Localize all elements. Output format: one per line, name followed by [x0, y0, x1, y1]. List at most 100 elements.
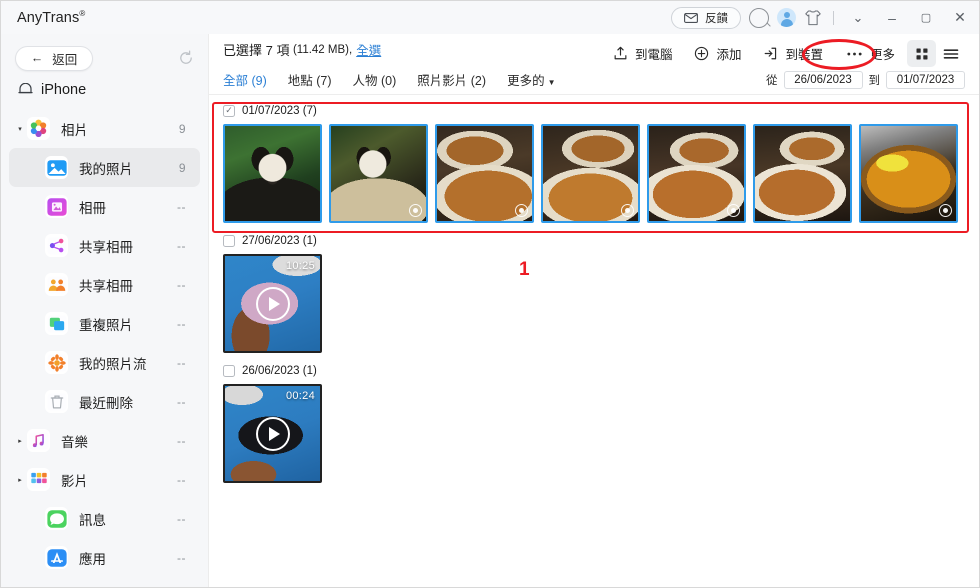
sidebar-item-icon [27, 117, 50, 140]
photo-thumbnail[interactable] [223, 124, 322, 223]
sidebar-item-11[interactable]: 應用 -- [9, 538, 200, 577]
sidebar-item-2[interactable]: 相冊 -- [9, 187, 200, 226]
sidebar-item-count: -- [177, 433, 186, 448]
feedback-label: 反饋 [705, 12, 728, 25]
play-icon[interactable] [255, 416, 290, 451]
sidebar-item-9[interactable]: ▸ 影片 -- [9, 460, 200, 499]
date-from-label: 從 [766, 74, 778, 87]
window-maximize-button[interactable]: ▢ [913, 6, 939, 30]
tab-1[interactable]: 地點 (7) [288, 70, 332, 89]
sidebar-item-count: 9 [178, 121, 186, 136]
sidebar-item-6[interactable]: 我的照片流 -- [9, 343, 200, 382]
photos-icon [30, 119, 47, 137]
sidebar-item-7[interactable]: 最近刪除 -- [9, 382, 200, 421]
window-more-button[interactable]: ⌄ [845, 6, 871, 30]
grid-view-button[interactable] [907, 40, 936, 67]
group-date-label: 27/06/2023 (1) [242, 234, 317, 247]
back-arrow-icon: ← [30, 51, 44, 65]
sidebar-item-count: -- [177, 277, 186, 292]
tab-label: 照片影片 (2) [417, 74, 487, 88]
window-close-button[interactable]: ✕ [947, 6, 973, 30]
window-minimize-button[interactable]: – [879, 6, 905, 30]
list-view-button[interactable] [936, 40, 965, 67]
sidebar-caret-icon[interactable]: ▸ [13, 437, 27, 445]
anytrans-window: AnyTrans® 反饋 ⌄ – ▢ ✕ ← 返回 iPhone ▾ 相片 9 … [0, 0, 980, 588]
sidebar-item-3[interactable]: 共享相冊 -- [9, 226, 200, 265]
title-bar-actions: 反饋 ⌄ – ▢ ✕ [671, 6, 973, 30]
sidebar-item-icon [45, 351, 68, 374]
tab-4[interactable]: 更多的 ▼ [507, 70, 555, 89]
photo-thumbnail[interactable] [859, 124, 958, 223]
device-row[interactable]: iPhone [1, 75, 208, 107]
sidebar-item-label: 共享相冊 [79, 239, 133, 255]
sidebar-item-count: -- [177, 550, 186, 565]
tab-3[interactable]: 照片影片 (2) [417, 70, 486, 89]
group-checkbox[interactable]: ✓ [223, 104, 235, 117]
photo-thumbnail-row: 10:25 [223, 254, 979, 353]
sidebar-item-8[interactable]: ▸ 音樂 -- [9, 421, 200, 460]
photo-thumbnail[interactable] [647, 124, 746, 223]
sidebar-item-label: 訊息 [79, 512, 106, 528]
to-computer-button[interactable]: 到電腦 [602, 40, 684, 67]
tab-2[interactable]: 人物 (0) [353, 70, 397, 89]
to-computer-icon [614, 46, 627, 60]
video-thumbnail[interactable]: 10:25 [223, 254, 322, 353]
brand-text: AnyTrans [17, 9, 80, 26]
sidebar-item-count: -- [177, 472, 186, 487]
feedback-button[interactable]: 反饋 [671, 6, 741, 29]
sidebar-item-icon [45, 312, 68, 335]
filter-tabs-bar: 全部 (9) 地點 (7) 人物 (0) 照片影片 (2) 更多的 ▼ 從 26/06/2… [209, 65, 979, 95]
back-button[interactable]: ← 返回 [15, 45, 93, 71]
photo-thumbnail[interactable] [435, 124, 534, 223]
sidebar-item-icon [27, 429, 50, 452]
date-to-input[interactable]: 01/07/2023 [886, 70, 965, 89]
to-device-label: 到裝置 [785, 48, 823, 62]
sidebar-item-label: 影片 [61, 473, 88, 489]
tab-0[interactable]: 全部 (9) [223, 70, 267, 89]
avatar-icon[interactable] [777, 8, 796, 27]
sidebar-item-count: -- [177, 355, 186, 370]
group-checkbox[interactable] [223, 234, 235, 247]
refresh-icon[interactable] [178, 50, 194, 66]
photo-thumbnail[interactable] [541, 124, 640, 223]
group-checkbox[interactable] [223, 364, 235, 377]
sidebar-caret-icon[interactable]: ▸ [13, 476, 27, 484]
appstore-icon [46, 548, 67, 567]
sidebar-item-0[interactable]: ▾ 相片 9 [9, 109, 200, 148]
to-device-button[interactable]: 到裝置 [752, 40, 834, 67]
date-from-input[interactable]: 26/06/2023 [783, 70, 863, 89]
shared-album-icon [46, 236, 67, 255]
sidebar-item-count: -- [177, 511, 186, 526]
sidebar-item-10[interactable]: 訊息 -- [9, 499, 200, 538]
sidebar-item-label: 共享相冊 [79, 278, 133, 294]
photo-group-header: ✓ 01/07/2023 (7) [223, 101, 979, 120]
sidebar-item-5[interactable]: 重複照片 -- [9, 304, 200, 343]
sidebar-caret-icon[interactable]: ▾ [13, 125, 27, 133]
photo-thumbnail[interactable] [329, 124, 428, 223]
video-duration-label: 00:24 [285, 390, 315, 402]
live-photo-icon [621, 204, 634, 217]
play-icon[interactable] [255, 286, 290, 321]
video-duration-label: 10:25 [285, 260, 315, 272]
theme-shirt-icon[interactable] [804, 9, 822, 27]
to-computer-label: 到電腦 [634, 48, 673, 62]
tab-label: 地點 (7) [287, 74, 332, 88]
titlebar-divider [833, 10, 834, 25]
more-button[interactable]: 更多 [834, 40, 907, 67]
group-date-label: 01/07/2023 (7) [242, 104, 317, 117]
sidebar-top: ← 返回 [1, 41, 208, 75]
registered-mark: ® [79, 9, 86, 19]
add-button[interactable]: 添加 [683, 40, 752, 67]
date-range-filter: 從 26/06/2023 到 01/07/2023 [766, 70, 965, 89]
video-thumbnail[interactable]: 00:24 [223, 384, 322, 483]
sidebar: ← 返回 iPhone ▾ 相片 9 我的照片 9 相冊 -- 共享相冊 -- … [1, 34, 208, 587]
sidebar-item-4[interactable]: 共享相冊 -- [9, 265, 200, 304]
sidebar-item-icon [45, 156, 68, 179]
messages-icon [46, 509, 67, 528]
group-date-label: 26/06/2023 (1) [242, 364, 317, 377]
select-all-link[interactable]: 全選 [356, 40, 381, 59]
sidebar-item-1[interactable]: 我的照片 9 [9, 148, 200, 187]
search-icon[interactable] [749, 7, 769, 28]
photo-thumbnail[interactable] [753, 124, 852, 223]
duplicate-icon [46, 314, 67, 333]
